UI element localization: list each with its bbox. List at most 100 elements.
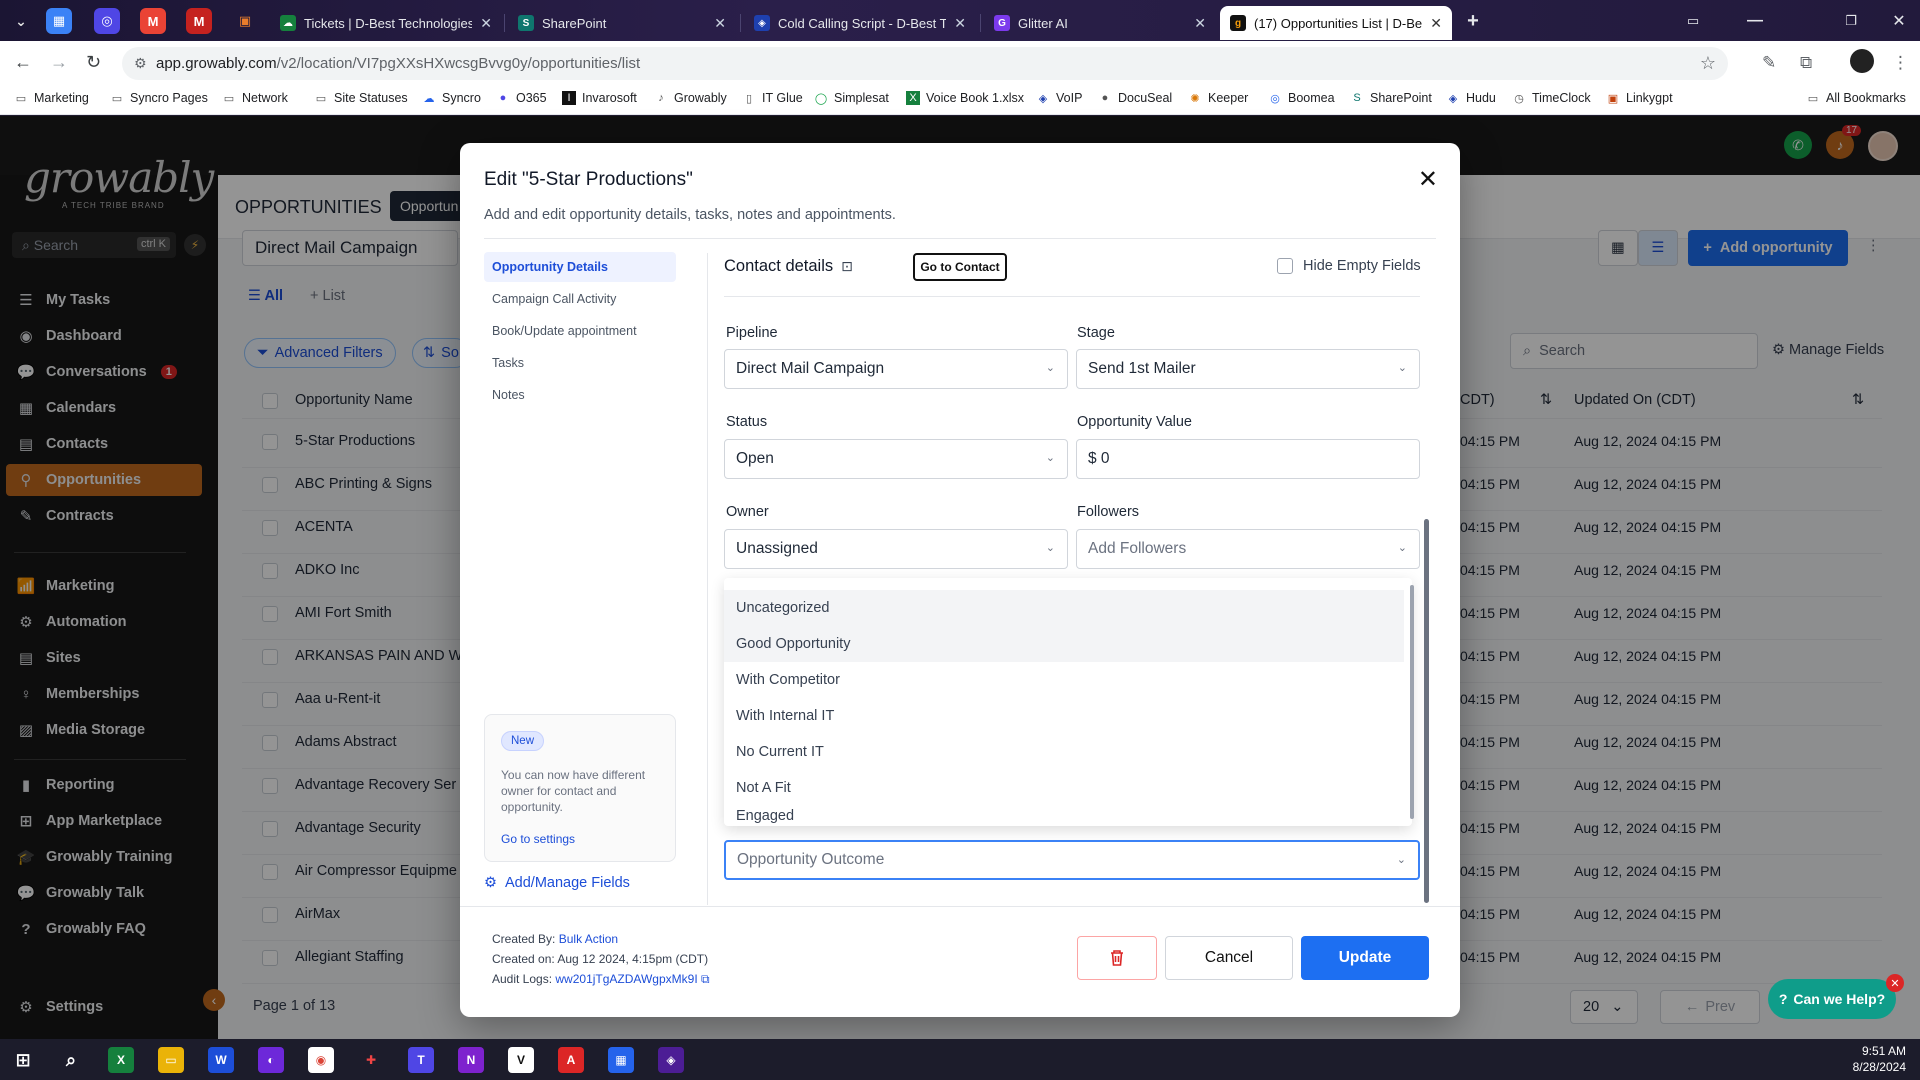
bookmark-folder-site-statuses[interactable]: ▭ Site Statuses [314, 91, 408, 105]
tab-glitter-ai[interactable]: G Glitter AI ✕ [984, 6, 1216, 40]
edit-pencil-icon[interactable]: ✎ [1762, 53, 1776, 73]
bookmark-all-bookmarks[interactable]: ▭ All Bookmarks [1806, 91, 1906, 105]
taskbar-search-icon[interactable]: ⌕ [58, 1047, 84, 1073]
outcome-option[interactable]: With Internal IT [724, 698, 1404, 734]
owner-select[interactable]: Unassigned ⌄ [724, 529, 1068, 569]
pinned-tab-calendar-icon[interactable]: ▦ [46, 8, 72, 34]
bookmark-timeclock[interactable]: ◷ TimeClock [1512, 91, 1590, 105]
profile-avatar[interactable] [1850, 49, 1874, 73]
close-icon[interactable]: ✕ [1418, 165, 1438, 194]
bookmark-simplesat[interactable]: ◯ Simplesat [814, 91, 889, 105]
help-chat-button[interactable]: ? Can we Help? [1768, 979, 1896, 1019]
tab-close-icon[interactable]: ✕ [714, 15, 726, 32]
hide-empty-fields-checkbox[interactable] [1277, 258, 1293, 274]
profile-switch-icon[interactable]: ▭ [1680, 8, 1706, 34]
pinned-tab-gmail-icon[interactable]: M [140, 8, 166, 34]
new-tab-plus-icon[interactable]: + [1460, 8, 1486, 34]
bookmark-linkygpt[interactable]: ▣ Linkygpt [1606, 91, 1673, 105]
tab-sharepoint[interactable]: S SharePoint ✕ [508, 6, 736, 40]
bookmark-folder-marketing[interactable]: ▭ Marketing [14, 91, 89, 105]
outcome-option[interactable]: Engaged [724, 806, 1404, 826]
modal-nav-campaign-call-activity[interactable]: Campaign Call Activity [484, 284, 676, 314]
excel-icon[interactable]: X [108, 1047, 134, 1073]
taskbar-app-icon[interactable]: ◐ [258, 1047, 284, 1073]
form-scrollbar[interactable] [1424, 519, 1429, 903]
pinned-tab-app-icon[interactable]: ◎ [94, 8, 120, 34]
pipeline-select[interactable]: Direct Mail Campaign ⌄ [724, 349, 1068, 389]
pinned-tab-box-icon[interactable]: ▣ [232, 8, 258, 34]
add-manage-fields-link[interactable]: ⚙ Add/Manage Fields [484, 875, 630, 891]
bookmark-voip[interactable]: ◈ VoIP [1036, 91, 1083, 105]
bookmark-star-icon[interactable]: ☆ [1700, 53, 1716, 74]
teams-icon[interactable]: T [408, 1047, 434, 1073]
outcome-option[interactable]: With Competitor [724, 662, 1404, 698]
tab-close-icon[interactable]: ✕ [480, 15, 492, 32]
stage-select[interactable]: Send 1st Mailer ⌄ [1076, 349, 1420, 389]
calculator-icon[interactable]: ▦ [608, 1047, 634, 1073]
file-explorer-icon[interactable]: ▭ [158, 1047, 184, 1073]
bookmark-sharepoint[interactable]: S SharePoint [1350, 91, 1432, 105]
audit-log-id[interactable]: ww201jTgAZDAWgpxMk9I [555, 972, 697, 986]
site-info-icon[interactable]: ⚙ [134, 55, 147, 72]
opportunity-value-input[interactable]: $ 0 [1076, 439, 1420, 479]
bookmark-voice-book[interactable]: X Voice Book 1.xlsx [906, 91, 1024, 105]
tab-close-icon[interactable]: ✕ [1194, 15, 1206, 32]
browser-menu-icon[interactable]: ⋮ [1892, 53, 1909, 73]
address-bar[interactable]: ⚙ app.growably.com/v2/location/VI7pgXXsH… [122, 47, 1728, 80]
bookmark-folder-network[interactable]: ▭ Network [222, 91, 288, 105]
followers-select[interactable]: Add Followers ⌄ [1076, 529, 1420, 569]
copy-icon[interactable]: ⧉ [701, 972, 710, 986]
bookmark-syncro[interactable]: ☁ Syncro [422, 91, 481, 105]
pinned-tab-gmail2-icon[interactable]: M [186, 8, 212, 34]
modal-nav-book-appointment[interactable]: Book/Update appointment [484, 316, 676, 346]
status-select[interactable]: Open ⌄ [724, 439, 1068, 479]
bookmark-keeper[interactable]: ✺ Keeper [1188, 91, 1248, 105]
onenote-icon[interactable]: N [458, 1047, 484, 1073]
taskbar-app2-icon[interactable]: ◈ [658, 1047, 684, 1073]
bookmark-o365[interactable]: ● O365 [496, 91, 547, 105]
word-icon[interactable]: W [208, 1047, 234, 1073]
modal-nav-tasks[interactable]: Tasks [484, 348, 676, 378]
chrome-icon[interactable]: ◉ [308, 1047, 334, 1073]
modal-nav-opportunity-details[interactable]: Opportunity Details [484, 252, 676, 282]
windows-start-icon[interactable]: ⊞ [10, 1047, 36, 1073]
update-button[interactable]: Update [1301, 936, 1429, 980]
modal-nav-notes[interactable]: Notes [484, 380, 676, 410]
created-by-link[interactable]: Bulk Action [559, 932, 618, 946]
bookmark-docuseal[interactable]: ● DocuSeal [1098, 91, 1173, 105]
acrobat-icon[interactable]: A [558, 1047, 584, 1073]
bookmark-it-glue[interactable]: ▯ IT Glue [742, 91, 803, 105]
taskbar-tool-icon[interactable]: ✚ [358, 1047, 384, 1073]
tab-opportunities[interactable]: g (17) Opportunities List | D-Best ✕ [1220, 6, 1452, 40]
help-chat-close-icon[interactable]: ✕ [1886, 974, 1904, 992]
taskbar-clock[interactable]: 9:51 AM 8/28/2024 [1853, 1043, 1906, 1075]
outcome-option[interactable]: Uncategorized [724, 590, 1404, 626]
cancel-button[interactable]: Cancel [1165, 936, 1293, 980]
reload-icon[interactable]: ↻ [86, 52, 101, 73]
tab-list-chevron-icon[interactable]: ⌄ [8, 8, 34, 34]
outcome-option[interactable]: Not A Fit [724, 770, 1404, 806]
tab-close-icon[interactable]: ✕ [1430, 15, 1442, 32]
go-to-contact-button[interactable]: Go to Contact [913, 253, 1007, 281]
window-close-icon[interactable]: ✕ [1886, 8, 1912, 34]
tab-close-icon[interactable]: ✕ [954, 15, 966, 32]
back-arrow-icon[interactable]: ← [14, 52, 32, 73]
window-restore-icon[interactable]: ❐ [1838, 8, 1864, 34]
window-minimize-icon[interactable]: — [1742, 8, 1768, 34]
bookmark-folder-syncro-pages[interactable]: ▭ Syncro Pages [110, 91, 208, 105]
opportunity-outcome-select[interactable]: Opportunity Outcome ⌄ [724, 840, 1420, 880]
go-to-settings-link[interactable]: Go to settings [501, 832, 575, 846]
forward-arrow-icon[interactable]: → [50, 52, 68, 73]
bookmark-hudu[interactable]: ◈ Hudu [1446, 91, 1496, 105]
tab-tickets[interactable]: ☁ Tickets | D-Best Technologies ✕ [270, 6, 502, 40]
tab-cold-calling[interactable]: ◈ Cold Calling Script - D-Best Tec ✕ [744, 6, 976, 40]
bookmark-boomea[interactable]: ◎ Boomea [1268, 91, 1334, 105]
bookmark-growably[interactable]: ♪ Growably [654, 91, 727, 105]
outcome-option[interactable]: No Current IT [724, 734, 1404, 770]
hide-empty-fields-toggle[interactable]: Hide Empty Fields [1277, 258, 1421, 274]
dropdown-scrollbar[interactable] [1410, 585, 1414, 819]
bookmark-invarosoft[interactable]: I Invarosoft [562, 91, 637, 105]
extensions-icon[interactable]: ⧉ [1800, 53, 1812, 73]
delete-button[interactable] [1077, 936, 1157, 980]
vnc-icon[interactable]: V [508, 1047, 534, 1073]
